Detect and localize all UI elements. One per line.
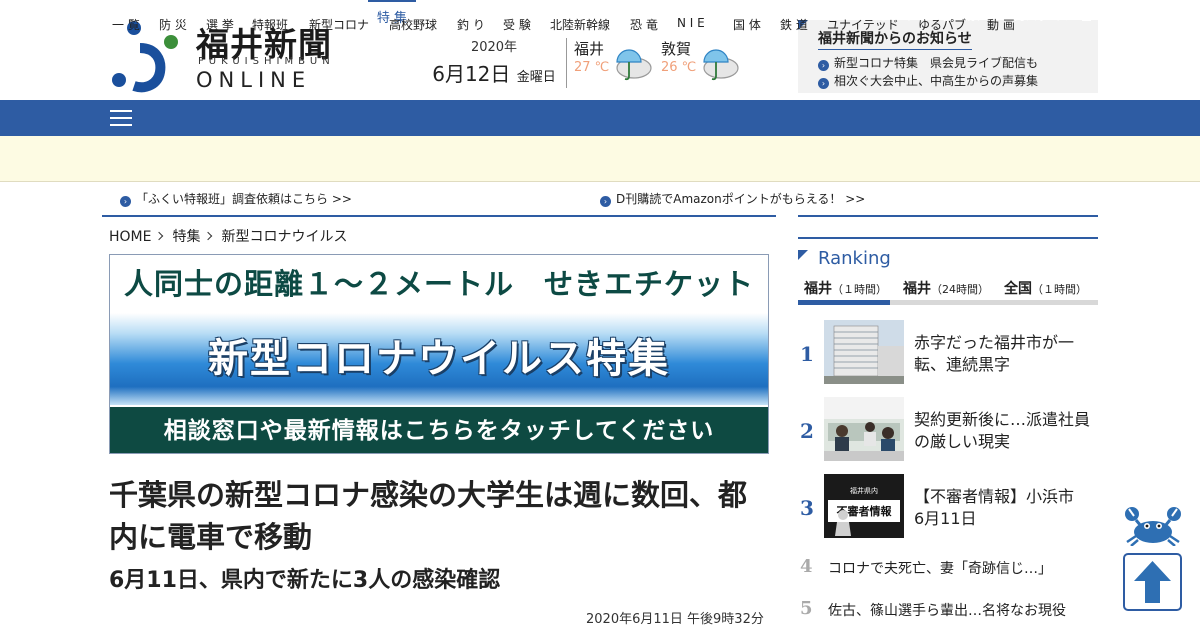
subnav-united[interactable]: ユナイテッド xyxy=(827,16,899,33)
banner-top-text: 人同士の距離１～２メートル せきエチケット xyxy=(110,255,768,315)
sidebar-rule xyxy=(798,215,1098,217)
ranking-tab-fukui-24h[interactable]: 福井（24時間） xyxy=(903,278,989,298)
suspicious-person-icon xyxy=(835,510,851,536)
subnav-tokuhouhan[interactable]: 特報班 xyxy=(252,16,288,33)
bullet-icon: › xyxy=(600,196,611,207)
article-timestamp: 2020年6月11日 午後9時32分 xyxy=(586,612,764,627)
rank-thumbnail[interactable] xyxy=(824,397,904,461)
notice-item-label: 相次ぐ大会中止、中高生からの声募集 xyxy=(834,74,1039,88)
tab-span: （１時間） xyxy=(1032,283,1087,296)
subnav-juken[interactable]: 受 験 xyxy=(503,16,531,33)
article-subhead: 6月11日、県内で新たに3人の感染確認 xyxy=(109,568,501,593)
rank-thumbnail[interactable] xyxy=(824,320,904,384)
rank-title-link[interactable]: 【不審者情報】小浜市 6月11日 xyxy=(914,486,1100,530)
subnav-kyoryu[interactable]: 恐 竜 xyxy=(630,16,658,33)
sub-nav xyxy=(0,136,1200,182)
subnav-corona[interactable]: 新型コロナ xyxy=(309,16,369,33)
tab-span: （１時間） xyxy=(832,283,887,296)
weather-divider xyxy=(566,38,567,88)
chevron-right-icon xyxy=(155,231,164,241)
alert-amazon[interactable]: › D刊購読でAmazonポイントがもらえる！ >> xyxy=(600,190,865,207)
building-photo-icon xyxy=(824,320,904,384)
bullet-icon: › xyxy=(818,60,829,71)
alert-label: D刊購読でAmazonポイントがもらえる！ >> xyxy=(616,192,866,206)
notice-item[interactable]: › 相次ぐ大会中止、中高生からの声募集 xyxy=(818,72,1038,89)
alert-label: 「ふくい特報班」調査依頼はこちら >> xyxy=(136,192,352,206)
subnav-nie[interactable]: N I E xyxy=(677,16,705,30)
subnav-senkyo[interactable]: 選 挙 xyxy=(206,16,234,33)
subnav-tetsudo[interactable]: 鉄 道 xyxy=(780,16,808,33)
chevron-right-icon xyxy=(204,231,213,241)
corona-feature-banner[interactable]: 人同士の距離１～２メートル せきエチケット 新型コロナウイルス特集 相談窓口や最… xyxy=(109,254,769,454)
rank-number: 3 xyxy=(800,496,814,520)
corner-marker xyxy=(798,250,808,260)
subnav-yakyu[interactable]: 高校野球 xyxy=(389,16,437,33)
rank-number: 5 xyxy=(800,598,813,619)
section-rule xyxy=(102,215,776,217)
breadcrumb: HOME 特集 新型コロナウイルス xyxy=(109,226,347,246)
alert-tokuhouhan[interactable]: › 「ふくい特報班」調査依頼はこちら >> xyxy=(120,190,352,207)
bullet-icon: › xyxy=(120,196,131,207)
rank-number: 1 xyxy=(800,342,814,366)
logo-romaji: FUKUISHIMBUN xyxy=(198,56,335,67)
subnav-ichiran[interactable]: 一 覧 xyxy=(112,16,140,33)
subnav-tsuri[interactable]: 釣 り xyxy=(457,16,485,33)
banner-cta: 相談窓口や最新情報はこちらをタッチしてください xyxy=(110,407,768,453)
back-to-top-button[interactable] xyxy=(1123,553,1182,611)
rank-title-link[interactable]: コロナで夫死亡、妻「奇跡信じ…」 xyxy=(828,558,1052,578)
subnav-yurupub[interactable]: ゆるパブ xyxy=(918,16,966,33)
arrow-up-icon xyxy=(1134,561,1171,603)
nav-login[interactable]: D刊ログイン xyxy=(1002,0,1092,36)
sidebar-rule xyxy=(798,237,1098,239)
bullet-icon: › xyxy=(818,78,829,89)
subnav-douga[interactable]: 動 画 xyxy=(987,16,1015,33)
weather-fukui: 福井 27 ℃ xyxy=(574,38,654,88)
article-headline: 千葉県の新型コロナ感染の大学生は週に数回、都内に電車で移動 xyxy=(109,478,748,554)
banner-title: 新型コロナウイルス特集 xyxy=(110,313,768,405)
rank-number: 2 xyxy=(800,419,814,443)
thumb-caption-top: 福井県内 xyxy=(850,487,878,495)
subnav-shinkansen[interactable]: 北陸新幹線 xyxy=(550,16,610,33)
notice-item-label: 新型コロナ特集 県会見ライブ配信も xyxy=(834,56,1039,70)
cloud-umbrella-icon xyxy=(703,49,739,81)
ranking-title: Ranking xyxy=(818,248,891,269)
rank-title-link[interactable]: 契約更新後に…派遣社員の厳しい現実 xyxy=(914,409,1100,453)
breadcrumb-home[interactable]: HOME xyxy=(109,229,151,245)
tab-span: （24時間） xyxy=(931,283,989,296)
weather-temp: 27 ℃ xyxy=(574,60,610,75)
rank-title-link[interactable]: 佐古、篠山選手ら輩出…名将なお現役 xyxy=(828,600,1066,620)
tab-label: 福井 xyxy=(903,281,931,297)
subnav-kokutai[interactable]: 国 体 xyxy=(733,16,761,33)
breadcrumb-corona[interactable]: 新型コロナウイルス xyxy=(221,229,347,245)
cloud-umbrella-icon xyxy=(616,49,652,81)
date-weekday: 金曜日 xyxy=(516,70,556,85)
breadcrumb-tokushu[interactable]: 特集 xyxy=(172,229,200,245)
crab-mascot-icon[interactable] xyxy=(1124,504,1182,546)
logo-online: ONLINE xyxy=(196,68,312,92)
main-nav xyxy=(0,100,1200,136)
date-main: 6月12日 金曜日 xyxy=(428,58,560,87)
ranking-tab-zenkoku-1h[interactable]: 全国（１時間） xyxy=(1004,278,1087,298)
subnav-bousai[interactable]: 防 災 xyxy=(159,16,187,33)
ranking-tab-fukui-1h[interactable]: 福井（１時間） xyxy=(804,278,887,298)
rank-number: 4 xyxy=(800,556,813,577)
hamburger-menu-icon[interactable] xyxy=(110,110,132,126)
notice-item[interactable]: › 新型コロナ特集 県会見ライブ配信も xyxy=(818,54,1038,71)
office-photo-icon xyxy=(824,397,904,461)
weather-tsuruga: 敦賀 26 ℃ xyxy=(661,38,741,88)
tab-label: 福井 xyxy=(804,281,832,297)
ranking-tab-indicator xyxy=(798,300,890,305)
date-year: 2020年 xyxy=(470,40,518,55)
tab-label: 全国 xyxy=(1004,281,1032,297)
weather-city: 敦賀 xyxy=(661,40,692,58)
date-display: 2020年 6月12日 金曜日 xyxy=(428,36,560,87)
weather-temp: 26 ℃ xyxy=(661,60,697,75)
lock-icon xyxy=(1082,8,1092,21)
rank-thumbnail[interactable]: 福井県内 不審者情報 xyxy=(824,474,904,538)
weather-city: 福井 xyxy=(574,40,605,58)
rank-title-link[interactable]: 赤字だった福井市が一転、連続黒字 xyxy=(914,332,1100,376)
date-day: 6月12日 xyxy=(432,62,511,86)
